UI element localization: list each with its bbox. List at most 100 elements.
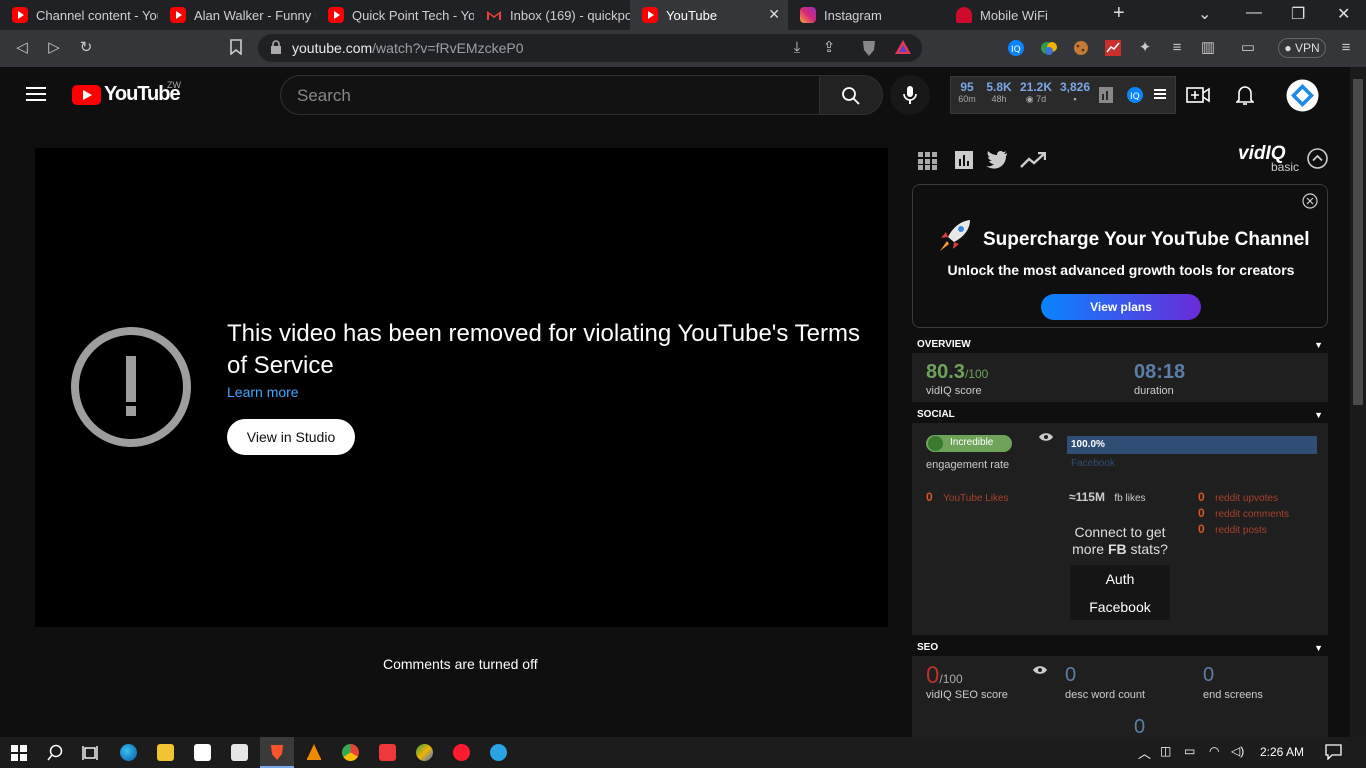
search-input[interactable]: Search [280, 75, 820, 115]
scrollbar-thumb[interactable] [1353, 79, 1363, 405]
meet-now-icon[interactable]: ◫ [1160, 744, 1171, 758]
browser-tab[interactable]: Channel content - You [0, 0, 158, 30]
bar-chart-icon[interactable] [1099, 87, 1113, 108]
view-plans-button[interactable]: View plans [1041, 294, 1201, 320]
search-button[interactable] [819, 75, 883, 115]
taskbar-clock[interactable]: 2:26 AM [1260, 745, 1304, 759]
browser-tab[interactable]: Alan Walker - Funny M [158, 0, 316, 30]
store-icon[interactable] [194, 744, 211, 761]
promo-subtitle: Unlock the most advanced growth tools fo… [947, 262, 1295, 278]
share-icon[interactable]: ⇪ [820, 39, 838, 57]
close-tab-icon[interactable]: ✕ [768, 6, 780, 23]
volume-icon[interactable]: ◁) [1231, 744, 1244, 758]
grid-icon[interactable] [918, 152, 938, 175]
vpn-button[interactable]: ● VPN [1278, 38, 1326, 58]
bookmark-icon[interactable] [227, 39, 245, 57]
tab-title: Alan Walker - Funny M [194, 7, 316, 23]
windows-start-icon[interactable] [11, 745, 27, 766]
wifi-icon[interactable]: ◠ [1209, 744, 1219, 758]
vivaldi-icon[interactable] [379, 744, 396, 761]
vlc-icon[interactable] [305, 743, 323, 766]
overview-section-header[interactable]: OVERVIEW ▼ [912, 337, 1328, 353]
collapse-caret-icon[interactable]: ▼ [1314, 337, 1323, 353]
browser-tab-active[interactable]: YouTube ✕ [630, 0, 788, 30]
menu-icon[interactable]: ≡ [1337, 39, 1355, 57]
extension-icon[interactable] [1040, 39, 1058, 57]
stats-chart-icon[interactable] [955, 151, 973, 174]
stat-subscribers: 3,826 ▪ [1057, 80, 1093, 104]
edge-icon[interactable] [120, 744, 137, 761]
menu-lines-icon[interactable] [1154, 87, 1166, 105]
vidiq-realtime-stats[interactable]: 95 60m 5.8K 48h 21.2K ◉ 7d 3,826 ▪ IQ [950, 76, 1176, 114]
forward-icon[interactable]: ▷ [45, 39, 63, 57]
trending-icon[interactable] [1020, 151, 1047, 173]
reddit-value: 0 [1198, 522, 1205, 536]
tab-title: YouTube [666, 7, 718, 23]
close-window-button[interactable]: ✕ [1337, 4, 1350, 24]
eye-icon[interactable] [1038, 429, 1054, 447]
media-controls-icon[interactable]: ≡ [1168, 39, 1186, 57]
youtube-icon [170, 7, 186, 23]
analytics-extension-icon[interactable] [1104, 39, 1122, 57]
account-avatar[interactable] [1286, 79, 1319, 117]
address-bar[interactable]: youtube.com/watch?v=fRvEMzckeP0 ⤓ ⇪ [258, 34, 922, 62]
twitter-icon[interactable] [986, 151, 1008, 174]
battery-icon[interactable]: ▭ [1184, 744, 1195, 758]
chrome-icon[interactable] [342, 744, 359, 761]
browser-tab[interactable]: Mobile WiFi [944, 0, 1100, 30]
install-icon[interactable]: ⤓ [788, 39, 806, 57]
brave-shields-icon[interactable] [860, 39, 878, 57]
vidiq-toolbar: vidIQ basic [912, 143, 1328, 175]
back-icon[interactable]: ◁ [13, 39, 31, 57]
hamburger-menu-icon[interactable] [26, 86, 46, 107]
new-tab-button[interactable]: + [1113, 2, 1125, 25]
task-view-icon[interactable] [82, 745, 98, 766]
video-player[interactable]: This video has been removed for violatin… [35, 148, 888, 627]
brave-rewards-icon[interactable] [894, 39, 912, 57]
vidiq-logo-icon[interactable]: IQ [1126, 86, 1144, 109]
collapse-caret-icon[interactable]: ▼ [1314, 640, 1323, 656]
badge-text: Incredible [950, 437, 994, 448]
browser-tab[interactable]: Quick Point Tech - You [316, 0, 474, 30]
page-scrollbar[interactable] [1350, 67, 1366, 737]
taskbar-search-icon[interactable] [47, 744, 63, 766]
eye-icon[interactable] [1032, 662, 1048, 680]
reload-icon[interactable]: ↻ [77, 39, 95, 57]
voice-search-button[interactable] [890, 75, 930, 115]
cookie-extension-icon[interactable] [1072, 39, 1090, 57]
app-icon[interactable] [416, 744, 433, 761]
create-video-icon[interactable] [1186, 85, 1210, 110]
minimize-button[interactable]: — [1246, 4, 1262, 22]
sidebar-icon[interactable]: ▥ [1199, 39, 1217, 57]
wallet-icon[interactable]: ▭ [1239, 39, 1257, 57]
stat-label: ◉ 7d [1017, 94, 1055, 105]
score-label: vidIQ score [926, 385, 982, 397]
file-explorer-icon[interactable] [157, 744, 174, 761]
view-in-studio-button[interactable]: View in Studio [227, 419, 355, 455]
brave-icon [271, 745, 283, 760]
seo-section-header[interactable]: SEO ▼ [912, 640, 1328, 656]
show-hidden-icons-icon[interactable]: ︿ [1138, 743, 1151, 762]
collapse-panel-icon[interactable] [1307, 148, 1328, 174]
auth-line1: Auth [1105, 571, 1135, 587]
notifications-bell-icon[interactable] [1235, 84, 1255, 111]
telegram-icon[interactable] [490, 744, 507, 761]
vidiq-extension-icon[interactable]: IQ [1007, 39, 1025, 57]
lock-icon[interactable] [270, 40, 282, 59]
auth-facebook-button[interactable]: Auth Facebook [1070, 565, 1170, 620]
youtube-icon [642, 7, 658, 23]
browser-tab[interactable]: Instagram [788, 0, 944, 30]
collapse-caret-icon[interactable]: ▼ [1314, 407, 1323, 423]
stat-label: 60m [958, 94, 976, 104]
brave-taskbar-item[interactable] [260, 737, 294, 768]
extensions-puzzle-icon[interactable]: ✦ [1136, 39, 1154, 57]
mail-icon[interactable] [231, 744, 248, 761]
close-promo-icon[interactable] [1302, 193, 1318, 214]
restore-button[interactable]: ❐ [1291, 4, 1305, 24]
tab-search-icon[interactable]: ⌄ [1198, 4, 1211, 24]
learn-more-link[interactable]: Learn more [227, 384, 299, 400]
browser-tab[interactable]: Inbox (169) - quickpoi [474, 0, 630, 30]
opera-icon[interactable] [453, 744, 470, 761]
social-section-header[interactable]: SOCIAL ▼ [912, 407, 1328, 423]
notification-center-icon[interactable] [1325, 744, 1342, 765]
